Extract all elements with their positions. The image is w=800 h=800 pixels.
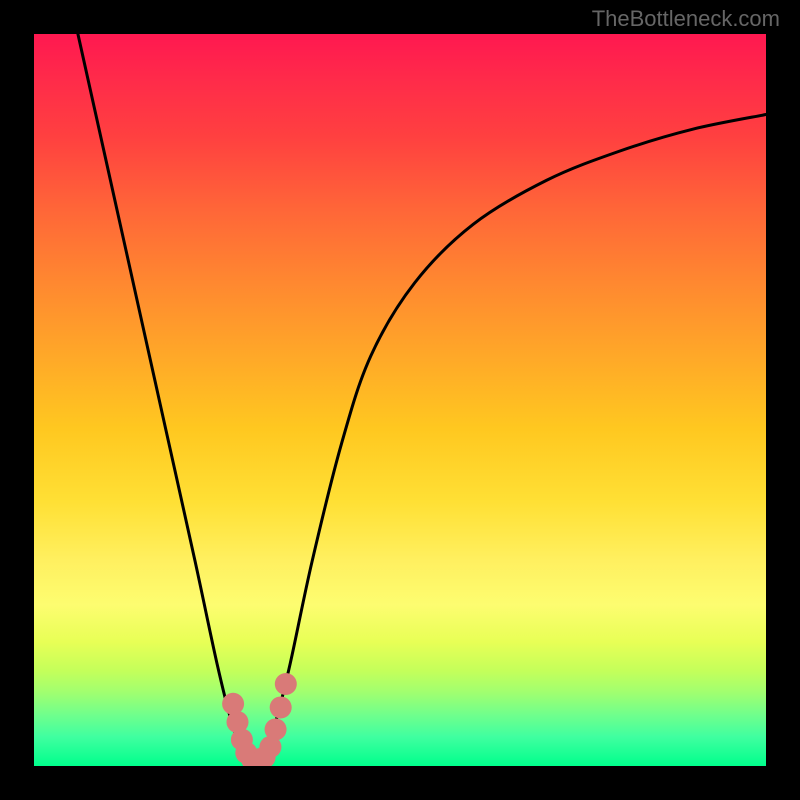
marker-right-hand-mid (265, 718, 287, 740)
marker-group (222, 673, 297, 766)
watermark-text: TheBottleneck.com (592, 6, 780, 32)
plot-area (34, 34, 766, 766)
marker-left-hand-top (222, 693, 244, 715)
chart-svg (34, 34, 766, 766)
bottleneck-curve (78, 34, 766, 762)
marker-right-hand-upper (270, 696, 292, 718)
marker-right-hand-top (275, 673, 297, 695)
